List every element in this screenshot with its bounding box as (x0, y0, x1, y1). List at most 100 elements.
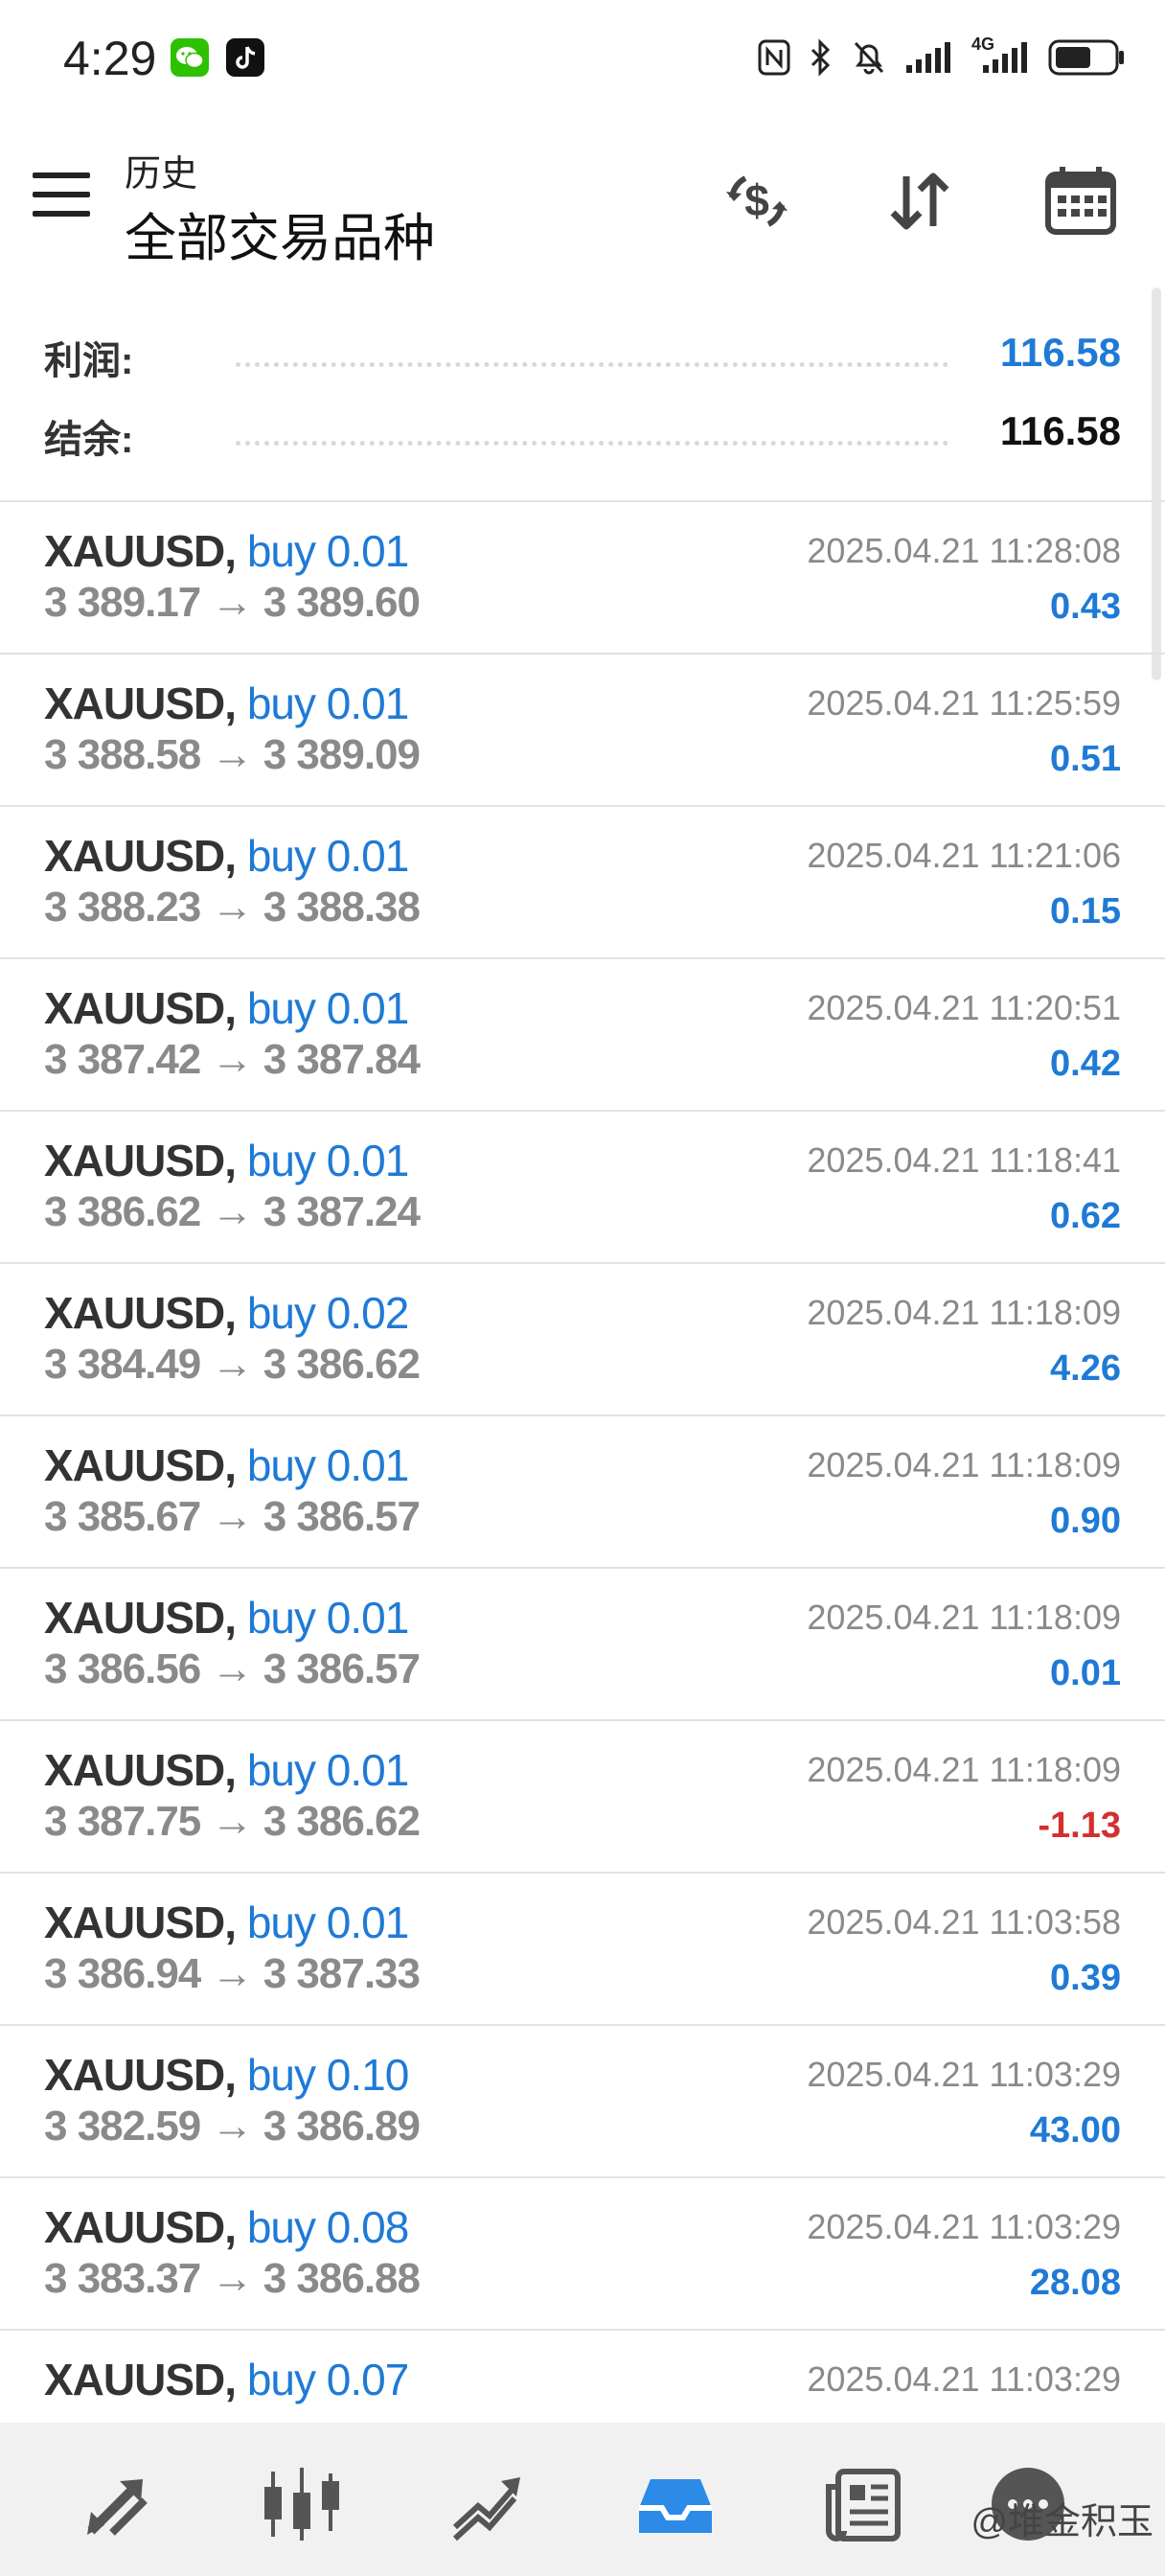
status-bar: 4:29 4G (0, 0, 1165, 119)
trade-symbol-line: XAUUSD, buy 0.01 (44, 1592, 409, 1644)
dollar-swap-icon[interactable]: $ (719, 163, 795, 240)
trade-prices: 3 382.59 → 3 386.89 (44, 2103, 421, 2150)
trade-symbol-line: XAUUSD, buy 0.01 (44, 1135, 409, 1186)
trade-prices: 3 387.42 → 3 387.84 (44, 1036, 421, 1083)
profit-row: 利润: 116.58 (44, 330, 1121, 387)
trade-prices: 3 387.75 → 3 386.62 (44, 1798, 421, 1845)
trade-symbol-line: XAUUSD, buy 0.01 (44, 678, 409, 729)
trade-icon[interactable] (443, 2461, 529, 2547)
trade-symbol: XAUUSD, (44, 678, 237, 728)
trade-row[interactable]: XAUUSD, buy 0.08 3 383.37 → 3 386.88 2025.… (0, 2178, 1165, 2331)
tiktok-icon (226, 38, 264, 77)
symbol-filter[interactable]: 全部交易品种 (125, 196, 435, 271)
trade-time: 2025.04.21 11:03:29 (807, 2359, 1121, 2399)
battery-icon (1048, 37, 1127, 78)
app-header: 历史 全部交易品种 $ (0, 125, 1165, 278)
trade-symbol-line: XAUUSD, buy 0.02 (44, 1287, 409, 1339)
trade-prices: 3 389.17 → 3 389.60 (44, 579, 421, 626)
trade-side: buy 0.01 (246, 831, 409, 881)
trade-row[interactable]: XAUUSD, buy 0.01 3 387.42 → 3 387.84 2025.… (0, 959, 1165, 1112)
trade-side: buy 0.01 (246, 1898, 409, 1947)
trade-symbol: XAUUSD, (44, 831, 237, 881)
history-icon[interactable] (632, 2461, 719, 2547)
trade-prices: 3 388.58 → 3 389.09 (44, 731, 421, 778)
trade-profit: 0.42 (1050, 1044, 1121, 1084)
trade-symbol: XAUUSD, (44, 2355, 237, 2404)
trade-side: buy 0.02 (246, 1288, 409, 1338)
trade-row[interactable]: XAUUSD, buy 0.01 3 386.94 → 3 387.33 2025.… (0, 1874, 1165, 2026)
mute-icon (851, 38, 887, 77)
trade-prices: 3 383.37 → 3 386.88 (44, 2255, 421, 2302)
profit-value: 116.58 (999, 330, 1121, 375)
trade-row[interactable]: XAUUSD, buy 0.01 3 389.17 → 3 389.60 2025.… (0, 502, 1165, 655)
trade-time: 2025.04.21 11:18:09 (807, 1750, 1121, 1789)
trade-symbol-line: XAUUSD, buy 0.08 (44, 2201, 409, 2253)
trade-symbol-line: XAUUSD, buy 0.10 (44, 2049, 409, 2101)
trade-row[interactable]: XAUUSD, buy 0.01 3 386.62 → 3 387.24 2025.… (0, 1112, 1165, 1264)
sort-icon[interactable] (881, 163, 958, 240)
trade-profit: 28.08 (1029, 2263, 1121, 2303)
trade-time: 2025.04.21 11:21:06 (807, 836, 1121, 875)
trade-symbol-line: XAUUSD, buy 0.01 (44, 982, 409, 1034)
balance-value: 116.58 (999, 408, 1121, 453)
menu-icon[interactable] (33, 172, 90, 220)
trade-time: 2025.04.21 11:18:09 (807, 1598, 1121, 1637)
dotted-leader (236, 362, 948, 367)
trade-time: 2025.04.21 11:20:51 (807, 988, 1121, 1027)
trade-time: 2025.04.21 11:18:09 (807, 1293, 1121, 1332)
trade-time: 2025.04.21 11:28:08 (807, 531, 1121, 570)
signal-icon (904, 38, 954, 77)
nfc-icon (757, 38, 791, 77)
trade-symbol-line: XAUUSD, buy 0.01 (44, 1439, 409, 1491)
trade-symbol: XAUUSD, (44, 1593, 237, 1643)
trade-row[interactable]: XAUUSD, buy 0.02 3 384.49 → 3 386.62 2025.… (0, 1264, 1165, 1416)
trade-profit: 4.26 (1050, 1348, 1121, 1389)
watermark-text: @堆金积玉 (971, 2502, 1154, 2542)
trade-row[interactable]: XAUUSD, buy 0.01 3 388.23 → 3 388.38 2025.… (0, 807, 1165, 959)
trade-row[interactable]: XAUUSD, buy 0.01 3 385.67 → 3 386.57 2025.… (0, 1416, 1165, 1569)
status-time: 4:29 (63, 32, 157, 85)
quotes-icon[interactable] (75, 2461, 161, 2547)
trade-side: buy 0.01 (246, 983, 409, 1033)
trade-side: buy 0.01 (246, 1593, 409, 1643)
calendar-icon[interactable] (1042, 163, 1119, 240)
trade-row[interactable]: XAUUSD, buy 0.01 3 387.75 → 3 386.62 2025.… (0, 1721, 1165, 1874)
status-indicators: 4G (757, 34, 1127, 80)
trade-symbol: XAUUSD, (44, 2202, 237, 2252)
trade-prices: 3 385.67 → 3 386.57 (44, 1493, 421, 1540)
trade-time: 2025.04.21 11:03:58 (807, 1902, 1121, 1942)
trade-symbol: XAUUSD, (44, 1745, 237, 1795)
trade-profit: 0.39 (1050, 1958, 1121, 1998)
trade-symbol: XAUUSD, (44, 1898, 237, 1947)
trade-profit: 0.15 (1050, 891, 1121, 932)
summary-panel: 利润: 116.58 结余: 116.58 (0, 288, 1165, 502)
trade-profit: 43.00 (1029, 2110, 1121, 2150)
trade-symbol: XAUUSD, (44, 526, 237, 576)
trade-time: 2025.04.21 11:18:09 (807, 1445, 1121, 1484)
trade-row[interactable]: XAUUSD, buy 0.10 3 382.59 → 3 386.89 2025.… (0, 2026, 1165, 2178)
news-icon[interactable] (820, 2461, 906, 2547)
trade-symbol-line: XAUUSD, buy 0.01 (44, 1744, 409, 1796)
trade-side: buy 0.01 (246, 1745, 409, 1795)
trade-symbol: XAUUSD, (44, 1136, 237, 1185)
4g-signal-icon: 4G (971, 34, 1031, 77)
trade-side: buy 0.07 (246, 2355, 409, 2404)
trade-row[interactable]: XAUUSD, buy 0.01 3 388.58 → 3 389.09 2025.… (0, 655, 1165, 807)
trade-row[interactable]: XAUUSD, buy 0.07 2025.04.21 11:03:29 (0, 2331, 1165, 2421)
trade-profit: 0.43 (1050, 586, 1121, 627)
trade-time: 2025.04.21 11:25:59 (807, 683, 1121, 723)
trade-profit: 0.90 (1050, 1501, 1121, 1541)
trade-symbol: XAUUSD, (44, 1440, 237, 1490)
trade-profit: 0.51 (1050, 739, 1121, 779)
trade-prices: 3 386.94 → 3 387.33 (44, 1950, 421, 1997)
trade-symbol-line: XAUUSD, buy 0.01 (44, 1897, 409, 1948)
trade-prices: 3 388.23 → 3 388.38 (44, 884, 421, 931)
trade-profit: -1.13 (1038, 1806, 1121, 1846)
trade-list[interactable]: XAUUSD, buy 0.01 3 389.17 → 3 389.60 2025.… (0, 502, 1165, 2421)
trade-row[interactable]: XAUUSD, buy 0.01 3 386.56 → 3 386.57 2025.… (0, 1569, 1165, 1721)
profit-label: 利润: (44, 340, 134, 382)
trade-time: 2025.04.21 11:03:29 (807, 2055, 1121, 2094)
trade-symbol-line: XAUUSD, buy 0.07 (44, 2354, 409, 2405)
chart-icon[interactable] (259, 2461, 345, 2547)
wechat-icon (171, 38, 209, 77)
